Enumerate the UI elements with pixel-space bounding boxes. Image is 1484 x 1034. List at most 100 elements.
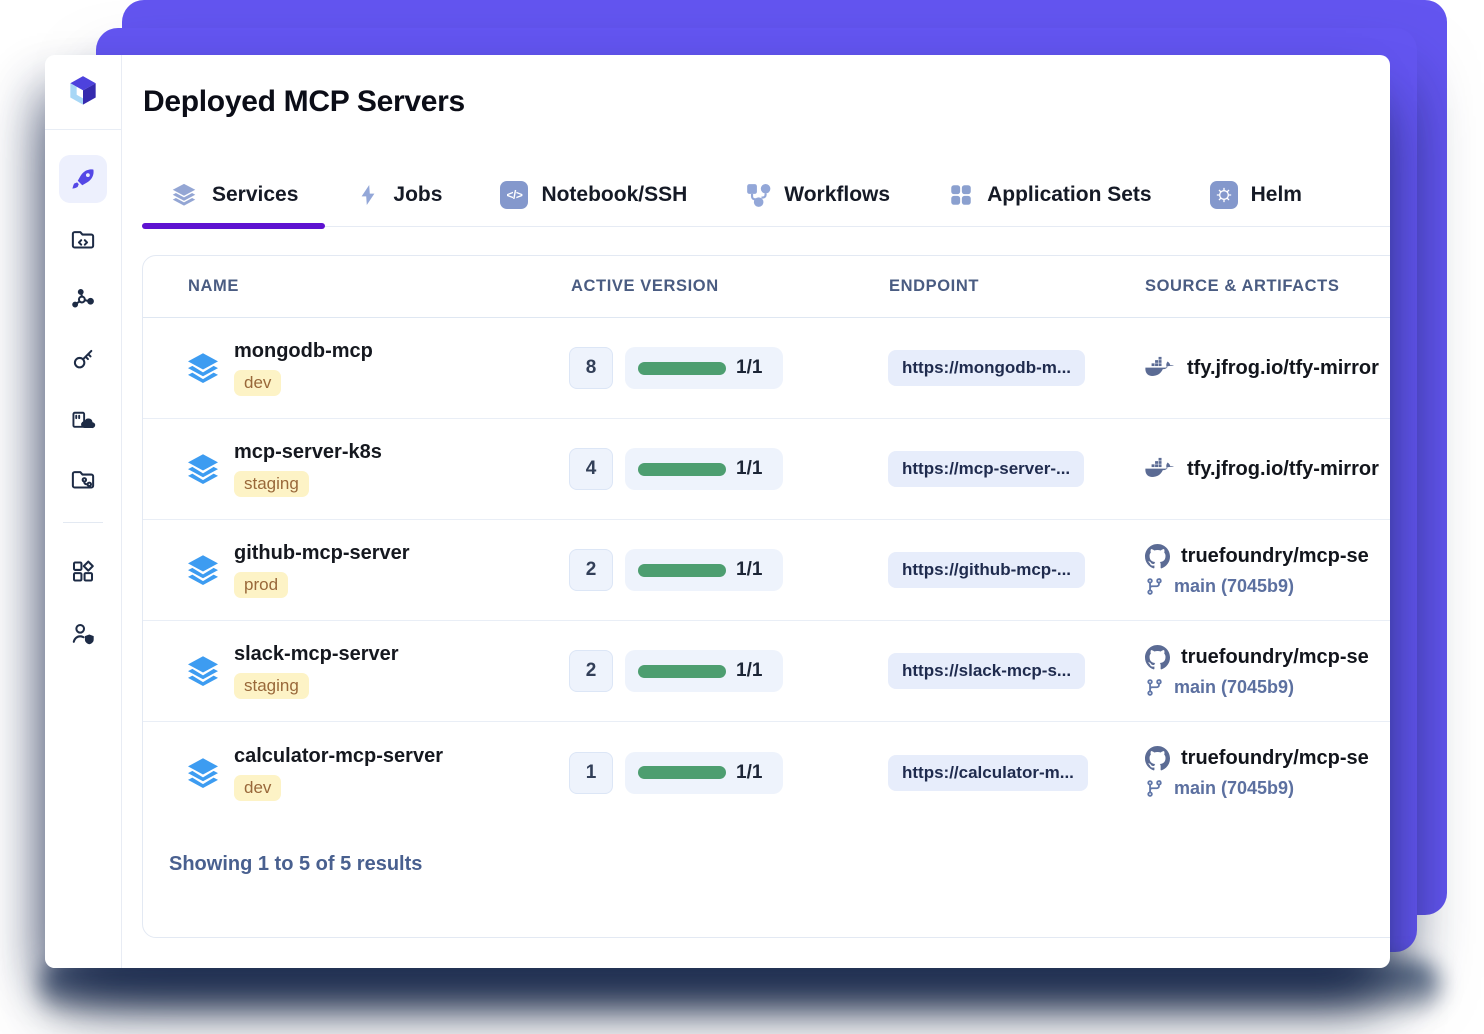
sidebar-item-applications[interactable]	[70, 558, 97, 585]
replica-count: 1/1	[736, 357, 763, 378]
source-cell: tfy.jfrog.io/tfy-mirror	[1145, 356, 1390, 380]
tab-workflows[interactable]: Workflows	[718, 163, 917, 226]
rocket-icon	[71, 168, 94, 189]
github-icon	[1145, 644, 1170, 669]
tab-label: Jobs	[393, 182, 443, 206]
version-chip: 1	[569, 751, 613, 794]
environment-badge: staging	[234, 673, 309, 699]
tab-helm[interactable]: Helm	[1183, 163, 1329, 226]
git-branch-icon	[1147, 780, 1162, 797]
page: Deployed MCP Servers Services Notebook/S…	[0, 0, 1484, 1034]
tab-jobs[interactable]: Notebook/SSH Jobs	[329, 163, 469, 226]
sidebar-item-code-repos[interactable]	[70, 226, 97, 253]
source-cell: truefoundry/mcp-se main (7045b9)	[1145, 644, 1390, 698]
table-row[interactable]: slack-mcp-server staging 2 1/1 https://s…	[143, 621, 1390, 722]
table-row[interactable]: calculator-mcp-server dev 1 1/1 https://…	[143, 722, 1390, 823]
progress-bar	[638, 766, 726, 779]
folder-code-icon	[71, 231, 95, 249]
logo[interactable]	[45, 55, 121, 130]
table-row[interactable]: github-mcp-server prod 2 1/1 https://git…	[143, 520, 1390, 621]
main-content: Deployed MCP Servers Services Notebook/S…	[122, 55, 1390, 968]
endpoint-link[interactable]: https://slack-mcp-s...	[888, 653, 1086, 689]
progress-bar	[638, 361, 726, 375]
service-name: github-mcp-server	[234, 542, 410, 564]
endpoint-link[interactable]: https://calculator-m...	[888, 754, 1088, 791]
source-cell: truefoundry/mcp-se main (7045b9)	[1145, 746, 1390, 799]
tab-label: Helm	[1250, 182, 1302, 206]
tab-label: Workflows	[784, 182, 891, 206]
replica-progress: 1/1	[625, 347, 783, 389]
column-header-endpoint: ENDPOINT	[889, 277, 980, 295]
endpoint-link[interactable]: https://mongodb-m...	[888, 350, 1086, 386]
tab-label: Services	[212, 182, 299, 206]
sidebar-item-cloud-integrations[interactable]	[70, 406, 97, 433]
progress-bar	[638, 664, 726, 678]
truefoundry-logo-icon	[70, 76, 96, 105]
tab-services[interactable]: Services	[142, 163, 326, 229]
column-header-name: NAME	[188, 277, 239, 295]
table-body: mongodb-mcp dev 8 1/1 https://mongodb-m.…	[143, 318, 1390, 823]
sidebar-divider	[63, 522, 103, 523]
sidebar-item-user-access[interactable]	[70, 620, 97, 647]
layers-icon	[172, 183, 196, 206]
sidebar	[45, 55, 122, 968]
source-link[interactable]: truefoundry/mcp-se	[1181, 747, 1369, 770]
tab-label: Notebook/SSH	[541, 182, 688, 206]
environment-badge: prod	[234, 572, 289, 598]
table-row[interactable]: mcp-server-k8s staging 4 1/1 https://mcp…	[143, 419, 1390, 520]
source-link[interactable]: tfy.jfrog.io/tfy-mirror	[1187, 458, 1379, 481]
progress-bar	[638, 563, 726, 577]
results-summary: Showing 1 to 5 of 5 results	[169, 853, 423, 875]
tab-application-sets[interactable]: Application Sets	[921, 163, 1179, 226]
branch-label: main (7045b9)	[1174, 778, 1295, 798]
sidebar-item-deployments[interactable]	[59, 155, 107, 203]
lightning-icon	[362, 184, 375, 205]
git-branch-icon	[1147, 577, 1162, 595]
replica-count: 1/1	[736, 458, 763, 479]
replica-progress: 1/1	[625, 751, 783, 794]
tab-notebook-ssh[interactable]: </> Notebook/SSH	[473, 163, 714, 226]
column-header-source: SOURCE & ARTIFACTS	[1145, 277, 1340, 295]
sidebar-item-ml-network[interactable]	[70, 286, 97, 313]
source-link[interactable]: truefoundry/mcp-se	[1181, 545, 1369, 568]
docker-icon	[1145, 457, 1175, 478]
branch-row: main (7045b9)	[1145, 677, 1294, 698]
user-shield-icon	[72, 623, 94, 645]
services-table: NAME ACTIVE VERSION ENDPOINT SOURCE & AR…	[142, 255, 1390, 938]
key-icon	[73, 349, 93, 369]
source-cell: tfy.jfrog.io/tfy-mirror	[1145, 457, 1390, 481]
service-name: mcp-server-k8s	[234, 441, 382, 463]
table-header: NAME ACTIVE VERSION ENDPOINT SOURCE & AR…	[143, 256, 1390, 318]
branch-label: main (7045b9)	[1174, 575, 1295, 596]
service-layers-icon	[188, 454, 218, 484]
sidebar-item-repo-pipelines[interactable]	[70, 466, 97, 493]
replica-progress: 1/1	[625, 650, 783, 692]
github-icon	[1145, 746, 1170, 771]
replica-progress: 1/1	[625, 448, 783, 490]
sidebar-item-secrets[interactable]	[70, 346, 97, 373]
version-chip: 8	[569, 347, 613, 389]
progress-bar	[638, 462, 726, 476]
service-layers-icon	[188, 656, 218, 686]
network-icon	[72, 289, 94, 308]
tab-label: Application Sets	[987, 182, 1152, 206]
environment-badge: staging	[234, 471, 309, 497]
version-chip: 4	[569, 448, 613, 490]
service-name: slack-mcp-server	[234, 643, 399, 665]
workflow-icon	[747, 183, 771, 207]
endpoint-link[interactable]: https://github-mcp-...	[888, 552, 1086, 588]
branch-row: main (7045b9)	[1145, 778, 1294, 799]
helm-icon	[1209, 180, 1238, 209]
drop-shadow	[40, 962, 1440, 1010]
source-link[interactable]: truefoundry/mcp-se	[1181, 646, 1369, 669]
table-row[interactable]: mongodb-mcp dev 8 1/1 https://mongodb-m.…	[143, 318, 1390, 419]
branch-label: main (7045b9)	[1174, 676, 1295, 697]
docker-icon	[1145, 356, 1175, 377]
service-layers-icon	[188, 555, 218, 585]
service-layers-icon	[188, 757, 218, 788]
replica-count: 1/1	[736, 660, 763, 681]
source-link[interactable]: tfy.jfrog.io/tfy-mirror	[1187, 357, 1379, 380]
code-icon: </>	[500, 180, 529, 209]
service-layers-icon	[188, 353, 218, 383]
endpoint-link[interactable]: https://mcp-server-...	[888, 451, 1085, 487]
